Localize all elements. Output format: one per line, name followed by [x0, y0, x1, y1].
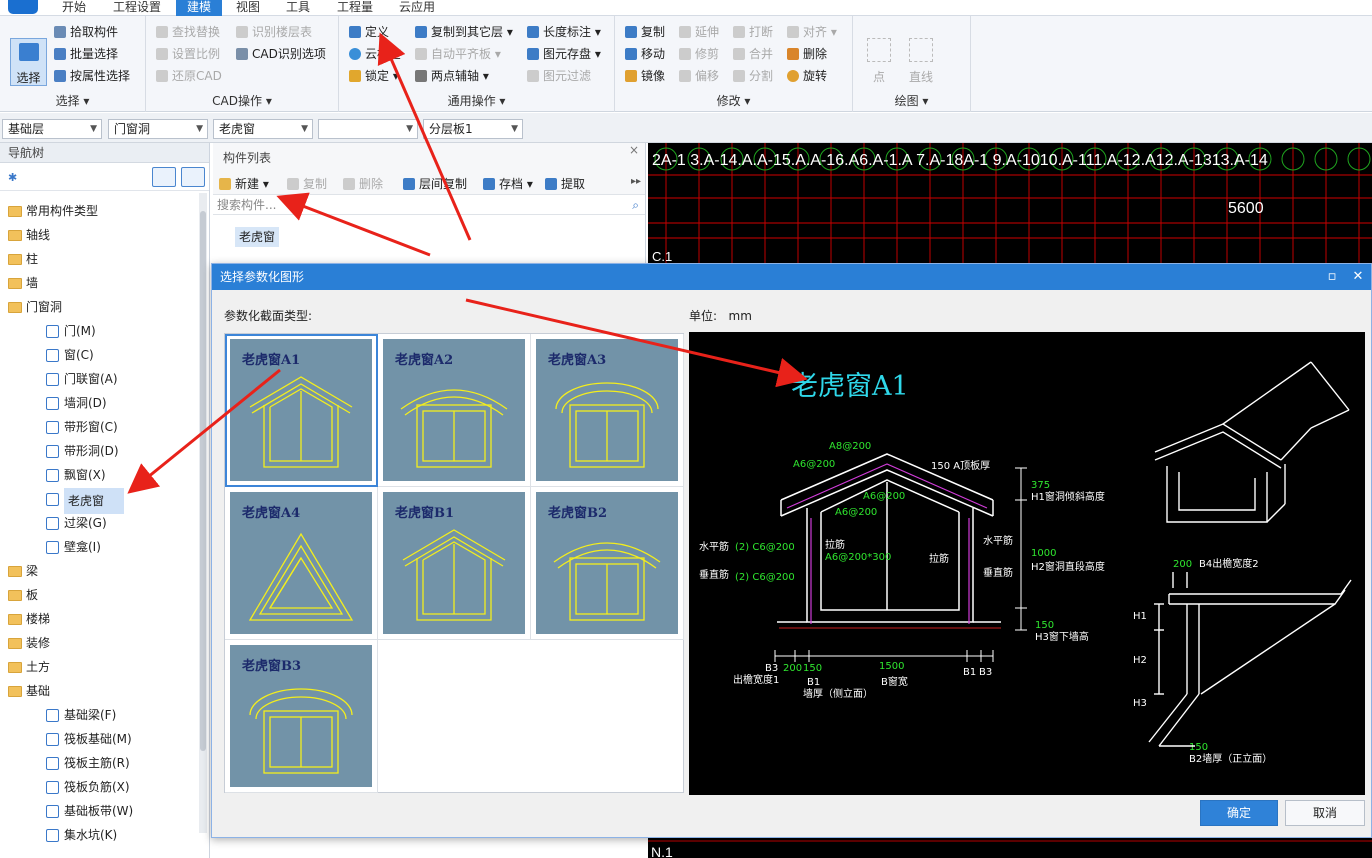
annotation-arrows [127, 32, 808, 494]
